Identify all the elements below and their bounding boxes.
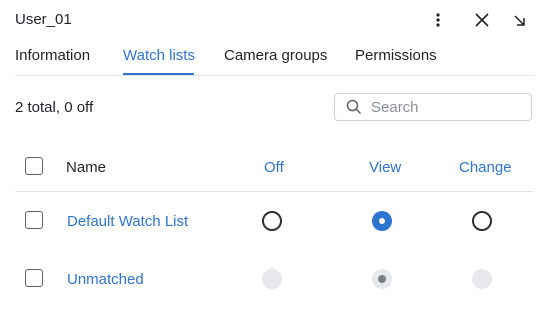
- watch-list-name[interactable]: Default Watch List: [67, 213, 188, 230]
- permission-view-radio[interactable]: [372, 211, 392, 231]
- tabs-divider: [15, 75, 534, 76]
- close-button[interactable]: [472, 10, 492, 30]
- arrow-down-right-icon: [513, 14, 525, 26]
- permission-view-radio-disabled: [372, 269, 392, 289]
- tab-camera-groups[interactable]: Camera groups: [224, 47, 327, 64]
- more-options-button[interactable]: [428, 10, 448, 30]
- tab-permissions[interactable]: Permissions: [355, 47, 437, 64]
- select-all-checkbox[interactable]: [25, 157, 43, 175]
- row-checkbox[interactable]: [25, 211, 43, 229]
- search-input[interactable]: [371, 98, 521, 116]
- search-box: [334, 93, 532, 121]
- permission-off-radio[interactable]: [262, 211, 282, 231]
- watch-list-name[interactable]: Unmatched: [67, 271, 144, 288]
- more-vertical-icon: [436, 13, 440, 27]
- search-icon: [346, 99, 362, 115]
- panel-title: User_01: [15, 11, 72, 28]
- row-checkbox[interactable]: [25, 269, 43, 287]
- radio-dot: [379, 218, 385, 224]
- tab-information[interactable]: Information: [15, 47, 90, 64]
- column-header-view[interactable]: View: [369, 159, 401, 176]
- header-divider: [15, 191, 534, 192]
- column-header-off[interactable]: Off: [264, 159, 284, 176]
- column-header-name: Name: [66, 159, 107, 176]
- permission-change-radio[interactable]: [472, 211, 492, 231]
- summary-count: 2 total, 0 off: [15, 99, 94, 116]
- tab-watch-lists[interactable]: Watch lists: [123, 47, 195, 64]
- radio-dot: [378, 275, 386, 283]
- permission-change-radio-disabled: [472, 269, 492, 289]
- close-icon: [475, 13, 489, 27]
- permission-off-radio-disabled: [262, 269, 282, 289]
- column-header-change[interactable]: Change: [459, 159, 512, 176]
- collapse-button[interactable]: [509, 10, 529, 30]
- tab-bar: Information Watch lists Camera groups Pe…: [15, 47, 535, 75]
